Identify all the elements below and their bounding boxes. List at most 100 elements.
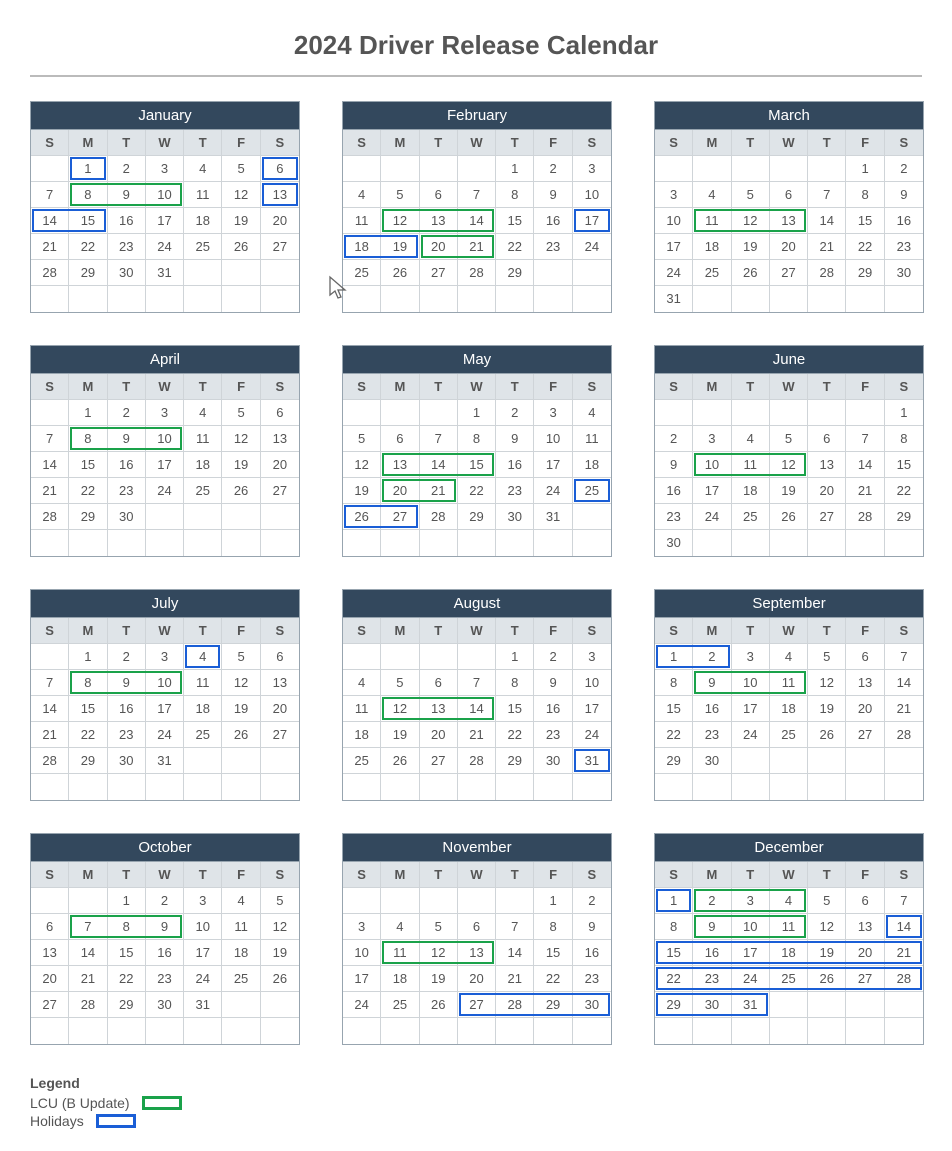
day-cell: 15	[655, 696, 693, 722]
day-cell: 27	[261, 234, 299, 260]
month-name: December	[655, 834, 923, 862]
day-cell	[732, 530, 770, 556]
day-cell: 11	[770, 914, 808, 940]
day-cell: 23	[655, 504, 693, 530]
weekday-header: T	[184, 374, 222, 400]
day-cell: 5	[261, 888, 299, 914]
holiday-highlight	[262, 183, 298, 206]
day-cell: 24	[146, 478, 184, 504]
day-cell	[222, 286, 260, 312]
day-cell: 4	[693, 182, 731, 208]
day-cell: 16	[655, 478, 693, 504]
day-cell	[655, 400, 693, 426]
weekday-header: S	[573, 618, 611, 644]
lcu-highlight	[145, 183, 182, 206]
weekday-header: S	[885, 862, 923, 888]
day-cell: 25	[770, 722, 808, 748]
day-cell	[573, 260, 611, 286]
day-cell: 18	[343, 722, 381, 748]
day-cell: 15	[846, 208, 884, 234]
day-cell: 23	[108, 234, 146, 260]
day-cell	[573, 774, 611, 800]
day-cell: 9	[108, 670, 146, 696]
day-cell: 3	[655, 182, 693, 208]
day-cell	[69, 888, 107, 914]
day-cell: 21	[885, 696, 923, 722]
day-cell: 6	[458, 914, 496, 940]
day-cell	[222, 774, 260, 800]
weekday-header: S	[343, 374, 381, 400]
day-cell	[343, 774, 381, 800]
day-cell: 10	[146, 426, 184, 452]
weekday-header: W	[146, 374, 184, 400]
day-cell: 16	[108, 208, 146, 234]
day-cell	[534, 1018, 572, 1044]
day-cell	[808, 530, 846, 556]
day-cell: 23	[693, 966, 731, 992]
day-cell	[222, 992, 260, 1018]
day-cell	[846, 286, 884, 312]
lcu-highlight	[145, 427, 182, 450]
day-cell: 25	[222, 966, 260, 992]
weekday-header: S	[31, 862, 69, 888]
weekday-header: T	[184, 130, 222, 156]
weekday-header: M	[693, 130, 731, 156]
day-cell: 20	[458, 966, 496, 992]
day-cell: 12	[808, 914, 846, 940]
day-cell	[381, 530, 419, 556]
day-cell	[655, 1018, 693, 1044]
lcu-highlight	[731, 209, 770, 232]
lcu-highlight	[382, 453, 419, 476]
lcu-highlight	[457, 209, 494, 232]
holiday-highlight	[884, 941, 922, 964]
day-cell	[261, 748, 299, 774]
day-cell	[31, 644, 69, 670]
day-cell: 17	[573, 696, 611, 722]
weekday-header: W	[146, 862, 184, 888]
legend: Legend LCU (B Update) Holidays	[30, 1075, 922, 1129]
day-cell	[381, 1018, 419, 1044]
lcu-highlight	[694, 453, 731, 476]
weekday-header: T	[732, 862, 770, 888]
lcu-highlight	[70, 183, 107, 206]
day-cell: 22	[655, 722, 693, 748]
holiday-highlight	[533, 993, 572, 1016]
day-cell	[693, 774, 731, 800]
day-cell: 28	[496, 992, 534, 1018]
lcu-highlight	[419, 453, 458, 476]
day-cell	[770, 156, 808, 182]
day-cell: 10	[534, 426, 572, 452]
day-cell	[846, 400, 884, 426]
day-cell	[222, 530, 260, 556]
day-cell: 25	[693, 260, 731, 286]
day-cell: 18	[184, 208, 222, 234]
day-cell: 5	[222, 156, 260, 182]
day-cell: 8	[69, 670, 107, 696]
day-cell	[261, 286, 299, 312]
day-cell: 14	[31, 452, 69, 478]
day-cell: 14	[885, 670, 923, 696]
lcu-highlight	[419, 209, 458, 232]
day-cell: 9	[534, 182, 572, 208]
month-november: NovemberSMTWTFS1234567891011121314151617…	[342, 833, 612, 1045]
holiday-highlight	[344, 505, 381, 528]
day-cell: 12	[261, 914, 299, 940]
day-cell	[420, 400, 458, 426]
day-cell: 6	[846, 644, 884, 670]
day-cell: 17	[343, 966, 381, 992]
month-august: AugustSMTWTFS123456789101112131415161718…	[342, 589, 612, 801]
day-cell: 31	[534, 504, 572, 530]
day-cell	[496, 774, 534, 800]
day-cell	[458, 888, 496, 914]
day-cell: 30	[108, 748, 146, 774]
day-cell	[885, 748, 923, 774]
weekday-header: W	[458, 374, 496, 400]
day-cell: 10	[732, 670, 770, 696]
day-cell: 7	[496, 914, 534, 940]
day-cell: 21	[69, 966, 107, 992]
day-cell	[693, 400, 731, 426]
day-cell: 15	[69, 696, 107, 722]
day-cell: 20	[261, 452, 299, 478]
holiday-highlight	[731, 993, 768, 1016]
day-cell: 1	[496, 156, 534, 182]
